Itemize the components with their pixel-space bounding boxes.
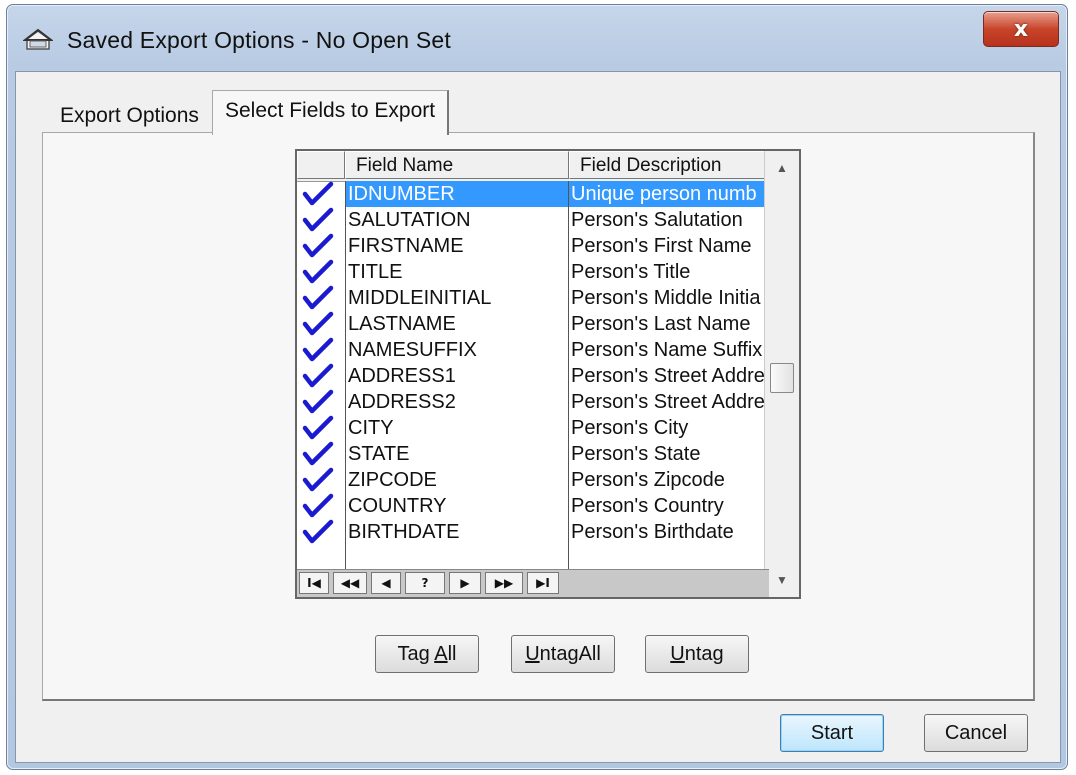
field-description-cell[interactable]: Person's State (569, 441, 771, 467)
header-check-column (297, 151, 345, 179)
checkmark-icon[interactable] (299, 389, 343, 415)
field-description-cell[interactable]: Person's Name Suffix (569, 337, 771, 363)
table-row[interactable]: NAMESUFFIX Person's Name Suffix (297, 337, 769, 363)
field-name-cell[interactable]: COUNTRY (346, 493, 568, 519)
checkmark-icon[interactable] (299, 259, 343, 285)
untag-button[interactable]: Untag (645, 635, 749, 673)
scroll-up-icon[interactable]: ▲ (773, 159, 791, 177)
tag-all-label-post: ll (447, 643, 457, 665)
table-row[interactable]: SALUTATION Person's Salutation (297, 207, 769, 233)
header-field-name[interactable]: Field Name (345, 151, 569, 179)
untag-all-label-accel: U (525, 643, 540, 665)
table-row[interactable]: ADDRESS1 Person's Street Addre (297, 363, 769, 389)
tag-all-label-accel: A (434, 643, 448, 665)
checkmark-icon[interactable] (299, 493, 343, 519)
checkmark-icon[interactable] (299, 311, 343, 337)
untag-all-label-post: ntagAll (539, 643, 601, 665)
close-icon: x (1013, 16, 1029, 42)
app-icon (23, 28, 53, 50)
field-description-cell[interactable]: Person's Street Addre (569, 389, 771, 415)
tab-panel: Field Name Field Description IDNUMBER Uni… (42, 132, 1035, 701)
field-description-cell[interactable]: Person's First Name (569, 233, 771, 259)
first-record-button[interactable]: I◀ (299, 572, 329, 594)
checkmark-icon[interactable] (299, 181, 343, 207)
tab-export-options[interactable]: Export Options (52, 98, 207, 134)
table-row[interactable]: COUNTRY Person's Country (297, 493, 769, 519)
fields-grid[interactable]: Field Name Field Description IDNUMBER Uni… (295, 149, 801, 599)
field-name-cell[interactable]: BIRTHDATE (346, 519, 568, 545)
close-button[interactable]: x (983, 11, 1059, 47)
field-description-cell[interactable]: Person's City (569, 415, 771, 441)
window-title: Saved Export Options - No Open Set (67, 27, 451, 53)
checkmark-icon[interactable] (299, 207, 343, 233)
previous-page-button[interactable]: ◀◀ (333, 572, 367, 594)
field-name-cell[interactable]: SALUTATION (346, 207, 568, 233)
start-button[interactable]: Start (780, 714, 884, 752)
next-record-button[interactable]: ▶ (449, 572, 481, 594)
tab-select-fields[interactable]: Select Fields to Export (212, 90, 450, 135)
untag-label-accel: U (670, 643, 685, 665)
table-row[interactable]: ADDRESS2 Person's Street Addre (297, 389, 769, 415)
field-description-cell[interactable]: Person's Title (569, 259, 771, 285)
table-row[interactable]: CITY Person's City (297, 415, 769, 441)
table-row[interactable]: BIRTHDATE Person's Birthdate (297, 519, 769, 545)
cancel-button[interactable]: Cancel (924, 714, 1028, 752)
untag-all-button[interactable]: UntagAll (511, 635, 615, 673)
previous-record-button[interactable]: ◀ (371, 572, 401, 594)
goto-record-button[interactable]: ? (405, 572, 445, 594)
checkmark-icon[interactable] (299, 519, 343, 545)
field-name-cell[interactable]: STATE (346, 441, 568, 467)
checkmark-icon[interactable] (299, 467, 343, 493)
record-navigator: I◀ ◀◀ ◀ ? ▶ ▶▶ ▶I (297, 569, 769, 597)
scroll-down-icon[interactable]: ▼ (773, 571, 791, 589)
vertical-scrollbar[interactable]: ▲ ▼ (764, 151, 799, 597)
field-name-cell[interactable]: IDNUMBER (346, 181, 568, 207)
header-field-description[interactable]: Field Description (569, 151, 769, 179)
dialog-window: Saved Export Options - No Open Set x Exp… (6, 4, 1068, 770)
checkmark-icon[interactable] (299, 441, 343, 467)
field-description-cell[interactable]: Person's Street Addre (569, 363, 771, 389)
field-description-cell[interactable]: Person's Middle Initia (569, 285, 771, 311)
table-row[interactable]: LASTNAME Person's Last Name (297, 311, 769, 337)
title-bar[interactable]: Saved Export Options - No Open Set x (7, 5, 1067, 71)
field-description-cell[interactable]: Person's Salutation (569, 207, 771, 233)
field-name-cell[interactable]: ZIPCODE (346, 467, 568, 493)
table-row[interactable]: IDNUMBER Unique person numb (297, 181, 771, 207)
checkmark-icon[interactable] (299, 363, 343, 389)
table-row[interactable]: MIDDLEINITIAL Person's Middle Initia (297, 285, 769, 311)
next-page-button[interactable]: ▶▶ (485, 572, 523, 594)
field-name-cell[interactable]: CITY (346, 415, 568, 441)
field-name-cell[interactable]: NAMESUFFIX (346, 337, 568, 363)
field-name-cell[interactable]: LASTNAME (346, 311, 568, 337)
field-description-cell[interactable]: Person's Birthdate (569, 519, 771, 545)
checkmark-icon[interactable] (299, 415, 343, 441)
untag-label-post: ntag (684, 643, 724, 665)
grid-header: Field Name Field Description (297, 151, 799, 182)
checkmark-icon[interactable] (299, 285, 343, 311)
field-description-cell[interactable]: Person's Last Name (569, 311, 771, 337)
table-row[interactable]: ZIPCODE Person's Zipcode (297, 467, 769, 493)
tag-all-button[interactable]: Tag All (375, 635, 479, 673)
table-row[interactable]: FIRSTNAME Person's First Name (297, 233, 769, 259)
field-name-cell[interactable]: ADDRESS2 (346, 389, 568, 415)
scroll-thumb[interactable] (770, 363, 794, 393)
field-description-cell[interactable]: Person's Zipcode (569, 467, 771, 493)
field-description-cell[interactable]: Person's Country (569, 493, 771, 519)
table-row[interactable]: STATE Person's State (297, 441, 769, 467)
checkmark-icon[interactable] (299, 337, 343, 363)
last-record-button[interactable]: ▶I (527, 572, 559, 594)
checkmark-icon[interactable] (299, 233, 343, 259)
field-name-cell[interactable]: TITLE (346, 259, 568, 285)
table-row[interactable]: TITLE Person's Title (297, 259, 769, 285)
field-name-cell[interactable]: MIDDLEINITIAL (346, 285, 568, 311)
dialog-body: Export Options Select Fields to Export F… (15, 71, 1061, 763)
tag-all-label-pre: Tag (397, 643, 435, 665)
field-description-cell[interactable]: Unique person numb (569, 181, 771, 207)
field-name-cell[interactable]: ADDRESS1 (346, 363, 568, 389)
field-name-cell[interactable]: FIRSTNAME (346, 233, 568, 259)
